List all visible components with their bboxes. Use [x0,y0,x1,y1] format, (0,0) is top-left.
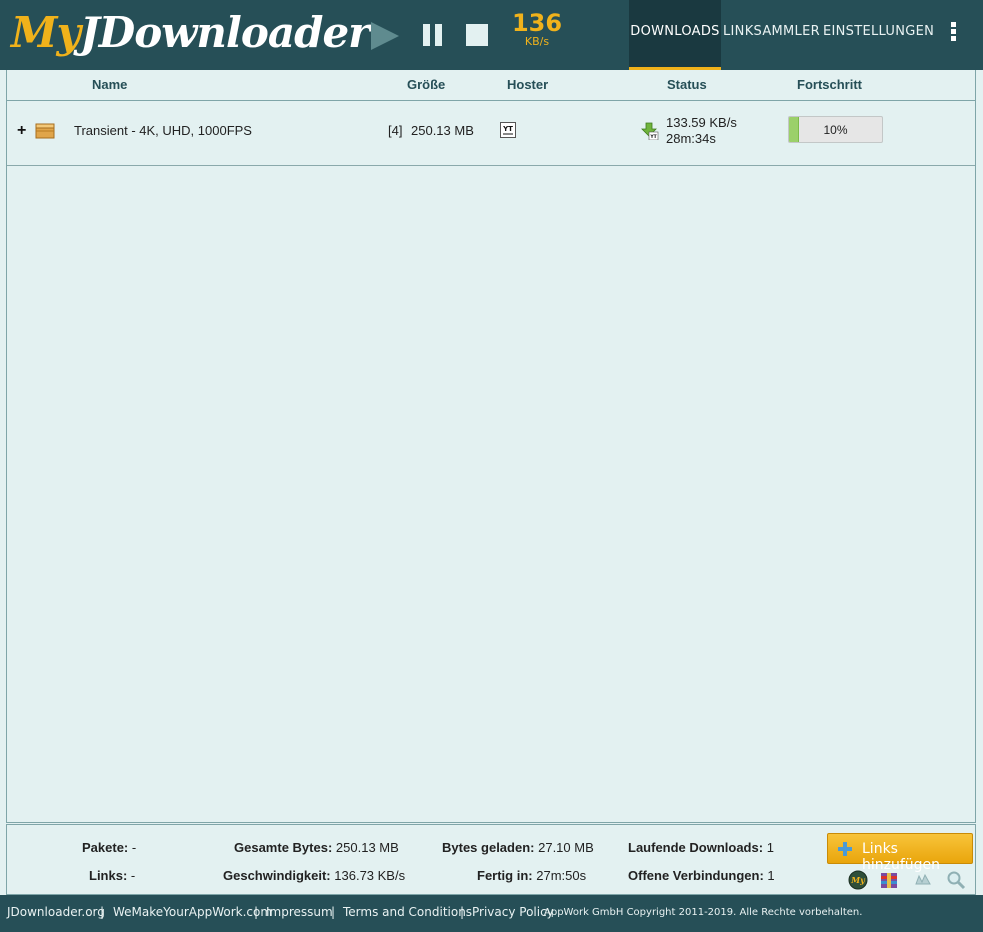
add-links-button[interactable]: Links hinzufügen [827,833,973,873]
stat-laufende-value: 1 [766,840,774,855]
footer-link-impressum[interactable]: Impressum [266,905,333,919]
package-row[interactable]: + Transient - 4K, UHD, 1000FPS [4] 250.1… [7,100,975,166]
column-size[interactable]: Größe [407,77,445,92]
footer-link-wemakeyourappwork[interactable]: WeMakeYourAppWork.com [113,905,272,919]
speed-unit: KB/s [524,35,550,48]
expand-package-toggle[interactable]: + [17,122,26,140]
footer-separator: | [100,905,105,919]
play-icon [371,22,399,50]
stat-geladen-label: Bytes geladen: [442,840,535,855]
progress-text: 10% [823,123,848,137]
logo-jdownloader: JDownloader [79,8,370,57]
stat-gesamte-value: 250.13 MB [335,840,399,855]
tab-linksammler[interactable]: LINKSAMMLER [723,0,820,70]
top-header: MyJDownloader 136 KB/s DOWNLOADS LINKSAM… [0,0,983,70]
package-name: Transient - 4K, UHD, 1000FPS [74,123,252,138]
search-icon[interactable] [946,870,966,890]
stop-icon [466,24,488,46]
pause-downloads-button[interactable] [418,20,452,52]
start-downloads-button[interactable] [368,20,402,52]
stat-geladen-value: 27.10 MB [538,840,594,855]
column-progress[interactable]: Fortschritt [797,77,862,92]
stat-fertig-label: Fertig in: [477,868,533,883]
captcha-icon[interactable] [913,870,933,890]
stat-geschwindigkeit: Geschwindigkeit: 136.73 KB/s [223,868,405,883]
download-running-icon: YT [641,122,659,140]
package-link-count: [4] [388,123,403,138]
logo-my: My [11,8,81,57]
column-status[interactable]: Status [667,77,707,92]
stat-gesamte-label: Gesamte Bytes: [234,840,333,855]
tab-einstellungen[interactable]: EINSTELLUNGEN [823,0,934,70]
footer-link-terms[interactable]: Terms and Conditions [343,905,472,919]
stat-offene-value: 1 [767,868,775,883]
stat-links-value: - [130,868,136,883]
table-header: Name Größe Hoster Status Fortschritt [7,70,975,101]
stat-pakete: Pakete: - [82,840,136,855]
downloads-table: Name Größe Hoster Status Fortschritt + T… [6,70,976,823]
column-hoster[interactable]: Hoster [507,77,548,92]
package-box-icon [35,123,55,139]
stat-fertig-value: 27m:50s [536,868,587,883]
stat-geschw-value: 136.73 KB/s [334,868,406,883]
archive-icon[interactable] [879,870,899,890]
plus-icon [838,842,852,856]
svg-text:YT: YT [649,134,657,140]
stat-pakete-label: Pakete: [82,840,129,855]
stop-downloads-button[interactable] [462,20,496,52]
stat-links: Links: - [89,868,135,883]
column-name[interactable]: Name [92,77,127,92]
youtube-icon: YT [500,122,516,138]
tab-downloads[interactable]: DOWNLOADS [629,0,721,70]
stat-geschw-label: Geschwindigkeit: [223,868,331,883]
footer-separator: | [460,905,465,919]
stat-offene-verbindungen: Offene Verbindungen: 1 [628,868,775,883]
package-size: 250.13 MB [411,123,474,138]
hoster-text: YT [502,125,513,133]
stat-links-label: Links: [89,868,128,883]
footer-copyright: AppWork GmbH Copyright 2011-2019. Alle R… [544,907,863,918]
footer-separator: | [254,905,259,919]
stat-pakete-value: - [131,840,137,855]
stat-gesamte-bytes: Gesamte Bytes: 250.13 MB [234,840,399,855]
speed-value: 136 [511,9,563,37]
page-footer: JDownloader.org | WeMakeYourAppWork.com … [0,895,983,932]
footer-link-privacy[interactable]: Privacy Policy [472,905,554,919]
statistics-bar: Pakete: - Links: - Gesamte Bytes: 250.13… [6,824,976,895]
status-eta: 28m:34s [666,131,716,146]
stat-offene-label: Offene Verbindungen: [628,868,764,883]
app-logo[interactable]: MyJDownloader [11,8,370,57]
add-links-label: Links hinzufügen [862,841,941,873]
stat-fertig-in: Fertig in: 27m:50s [477,868,586,883]
stat-laufende-label: Laufende Downloads: [628,840,764,855]
download-progress-bar: 10% [788,116,883,143]
more-menu-icon[interactable] [944,20,962,50]
footer-separator: | [331,905,336,919]
stat-bytes-geladen: Bytes geladen: 27.10 MB [442,840,594,855]
svg-text:My: My [850,875,866,885]
myjdownloader-icon[interactable]: My [848,870,868,890]
speed-indicator: 136 KB/s [508,10,566,48]
footer-link-jdownloader[interactable]: JDownloader.org [7,905,105,919]
pause-icon [423,24,442,46]
stat-laufende-downloads: Laufende Downloads: 1 [628,840,774,855]
status-speed: 133.59 KB/s [666,115,737,130]
